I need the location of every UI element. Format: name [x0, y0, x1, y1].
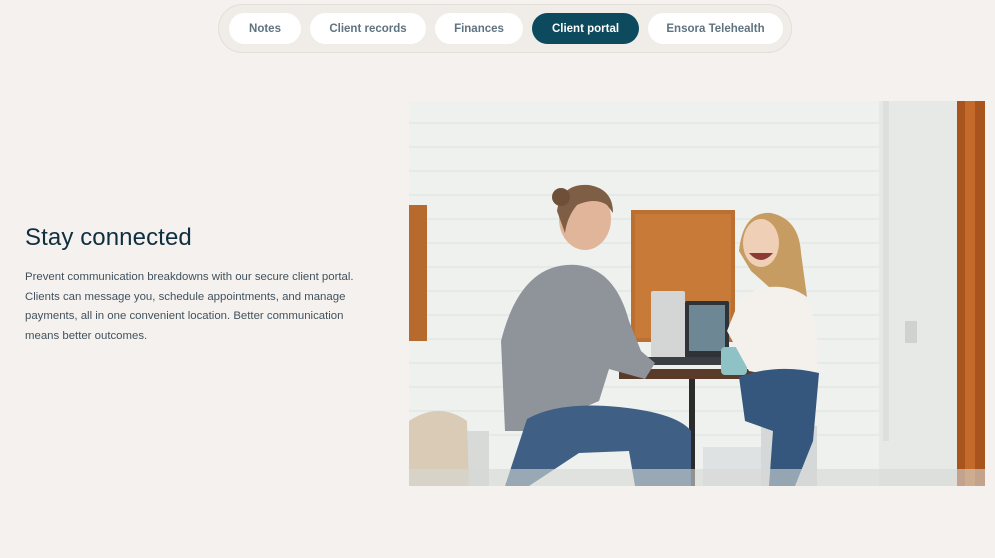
tab-client-portal[interactable]: Client portal	[532, 13, 639, 44]
feature-copy: Stay connected Prevent communication bre…	[25, 224, 370, 346]
feature-tab-bar: Notes Client records Finances Client por…	[218, 4, 792, 53]
tab-ensora-telehealth[interactable]: Ensora Telehealth	[648, 13, 783, 44]
section-heading: Stay connected	[25, 224, 192, 251]
page: Notes Client records Finances Client por…	[0, 0, 995, 558]
tab-notes[interactable]: Notes	[229, 13, 301, 44]
feature-photo	[409, 101, 985, 486]
tab-finances[interactable]: Finances	[435, 13, 523, 44]
section-description: Prevent communication breakdowns with ou…	[25, 271, 354, 342]
tab-client-records[interactable]: Client records	[310, 13, 426, 44]
